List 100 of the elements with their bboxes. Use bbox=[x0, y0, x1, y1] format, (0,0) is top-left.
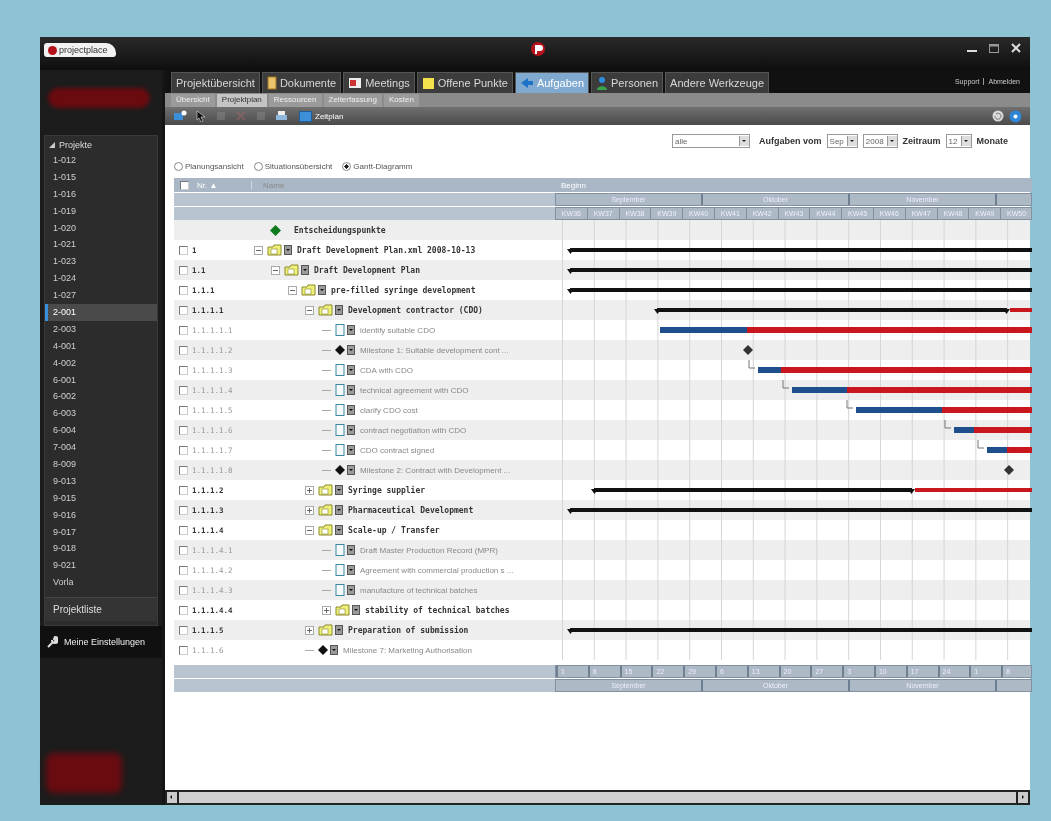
project-item[interactable]: 4-002 bbox=[45, 354, 157, 372]
row-checkbox[interactable] bbox=[178, 385, 188, 395]
menu-icon[interactable] bbox=[347, 405, 355, 415]
row-checkbox[interactable] bbox=[178, 345, 188, 355]
row-checkbox[interactable] bbox=[178, 605, 188, 615]
month-select[interactable]: Sep bbox=[826, 134, 858, 148]
row-checkbox[interactable] bbox=[178, 405, 188, 415]
row-checkbox[interactable] bbox=[178, 465, 188, 475]
nav-tab[interactable]: Offene Punkte bbox=[416, 72, 513, 93]
nav-tab[interactable]: Personen bbox=[591, 72, 664, 93]
select-all-checkbox[interactable] bbox=[180, 180, 189, 190]
project-item[interactable]: 9-021 bbox=[45, 557, 157, 575]
view-radio[interactable]: Gantt-Diagramm bbox=[342, 162, 413, 171]
row-checkbox[interactable] bbox=[178, 625, 188, 635]
menu-icon[interactable] bbox=[335, 525, 343, 535]
row-checkbox[interactable] bbox=[178, 305, 188, 315]
pointer-icon[interactable] bbox=[195, 110, 207, 122]
project-item[interactable]: 1-024 bbox=[45, 270, 157, 288]
menu-icon[interactable] bbox=[335, 625, 343, 635]
project-item[interactable]: 6-001 bbox=[45, 371, 157, 389]
menu-icon[interactable] bbox=[335, 485, 343, 495]
project-item[interactable]: 1-016 bbox=[45, 185, 157, 203]
year-select[interactable]: 2008 bbox=[862, 134, 898, 148]
menu-icon[interactable] bbox=[352, 605, 360, 615]
project-item[interactable]: 4-001 bbox=[45, 337, 157, 355]
expander-icon[interactable] bbox=[305, 625, 314, 635]
expander-icon[interactable] bbox=[254, 245, 263, 255]
project-item[interactable]: 8-009 bbox=[45, 456, 157, 473]
row-checkbox[interactable] bbox=[178, 365, 188, 375]
menu-icon[interactable] bbox=[347, 345, 355, 355]
menu-icon[interactable] bbox=[335, 505, 343, 515]
project-item[interactable]: 2-001 bbox=[45, 304, 157, 321]
nav-tab[interactable]: Dokumente bbox=[261, 72, 342, 93]
row-checkbox[interactable] bbox=[178, 245, 188, 255]
view-radio[interactable]: Situationsübersicht bbox=[253, 162, 333, 171]
project-item[interactable]: 1-027 bbox=[45, 287, 157, 304]
project-item[interactable]: 6-003 bbox=[45, 405, 157, 423]
project-item[interactable]: 1-019 bbox=[45, 202, 157, 220]
project-item[interactable]: 9-015 bbox=[45, 489, 157, 507]
nav-tab[interactable]: Projektübersicht bbox=[171, 72, 260, 93]
project-item[interactable]: 9-016 bbox=[45, 506, 157, 524]
project-item[interactable]: 2-003 bbox=[45, 320, 157, 338]
view-radio[interactable]: Planungsansicht bbox=[174, 162, 244, 171]
row-checkbox[interactable] bbox=[178, 525, 188, 535]
project-item[interactable]: 7-004 bbox=[45, 439, 157, 457]
row-checkbox[interactable] bbox=[178, 445, 188, 455]
project-list-link[interactable]: Projektliste bbox=[45, 597, 157, 622]
row-checkbox[interactable] bbox=[178, 545, 188, 555]
menu-icon[interactable] bbox=[347, 585, 355, 595]
menu-icon[interactable] bbox=[347, 545, 355, 555]
menu-icon[interactable] bbox=[301, 265, 309, 275]
project-item[interactable]: 1-012 bbox=[45, 152, 157, 169]
menu-icon[interactable] bbox=[347, 465, 355, 475]
sub-tab[interactable]: Projektplan bbox=[216, 94, 267, 107]
row-checkbox[interactable] bbox=[178, 565, 188, 575]
row-checkbox[interactable] bbox=[178, 285, 188, 295]
menu-icon[interactable] bbox=[347, 565, 355, 575]
menu-icon[interactable] bbox=[284, 245, 292, 255]
refresh-icon[interactable] bbox=[992, 109, 1004, 122]
horizontal-scrollbar[interactable] bbox=[165, 790, 1030, 805]
row-checkbox[interactable] bbox=[178, 485, 188, 495]
row-checkbox[interactable] bbox=[178, 325, 188, 335]
menu-icon[interactable] bbox=[335, 305, 343, 315]
close-icon[interactable] bbox=[1010, 42, 1022, 54]
expander-icon[interactable] bbox=[305, 505, 314, 515]
project-item[interactable]: 1-021 bbox=[45, 236, 157, 254]
new-task-icon[interactable] bbox=[173, 110, 187, 122]
menu-icon[interactable] bbox=[347, 325, 355, 335]
period-select[interactable]: 12 bbox=[945, 134, 972, 148]
expander-icon[interactable] bbox=[322, 605, 331, 615]
expander-icon[interactable] bbox=[305, 305, 314, 315]
row-checkbox[interactable] bbox=[178, 265, 188, 275]
nav-tab[interactable]: Andere Werkzeuge bbox=[665, 72, 770, 93]
sidebar-section[interactable]: Projekte bbox=[45, 136, 157, 152]
menu-icon[interactable] bbox=[330, 645, 338, 655]
expander-icon[interactable] bbox=[305, 525, 314, 535]
project-item[interactable]: 6-004 bbox=[45, 422, 157, 440]
menu-icon[interactable] bbox=[318, 285, 326, 295]
menu-icon[interactable] bbox=[347, 425, 355, 435]
row-checkbox[interactable] bbox=[178, 585, 188, 595]
help-icon[interactable] bbox=[1009, 109, 1022, 123]
print-icon[interactable] bbox=[275, 110, 288, 122]
schedule-button[interactable]: Zeitplan bbox=[296, 109, 347, 123]
row-checkbox[interactable] bbox=[178, 425, 188, 435]
expander-icon[interactable] bbox=[305, 485, 314, 495]
menu-icon[interactable] bbox=[347, 365, 355, 375]
project-item[interactable]: 6-002 bbox=[45, 388, 157, 406]
project-item[interactable]: 9-018 bbox=[45, 540, 157, 558]
project-item[interactable]: 1-015 bbox=[45, 168, 157, 186]
menu-icon[interactable] bbox=[347, 445, 355, 455]
row-checkbox[interactable] bbox=[178, 505, 188, 515]
expander-icon[interactable] bbox=[271, 265, 280, 275]
project-item[interactable]: 9-017 bbox=[45, 523, 157, 541]
maximize-icon[interactable] bbox=[988, 42, 1000, 54]
row-checkbox[interactable] bbox=[178, 645, 188, 655]
project-item[interactable]: 9-013 bbox=[45, 472, 157, 490]
project-item[interactable]: 1-020 bbox=[45, 219, 157, 237]
expander-icon[interactable] bbox=[288, 285, 297, 295]
project-item[interactable]: Vorla bbox=[45, 574, 157, 592]
project-item[interactable]: 1-023 bbox=[45, 253, 157, 271]
